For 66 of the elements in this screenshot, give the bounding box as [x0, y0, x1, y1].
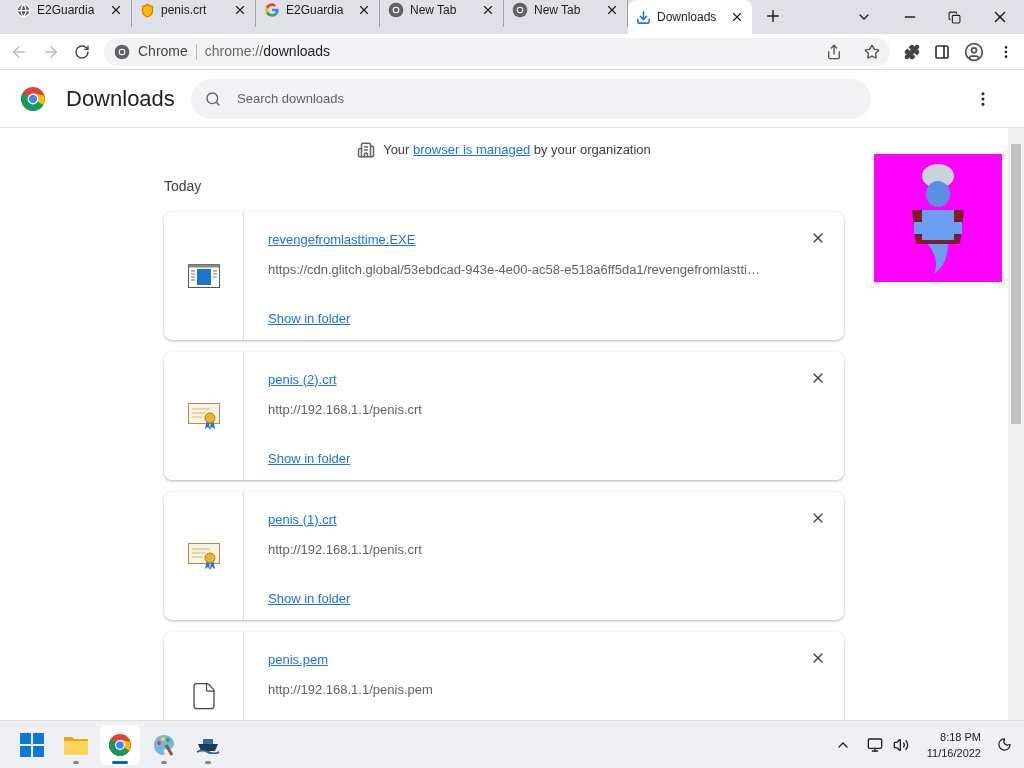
reload-icon[interactable] — [74, 43, 90, 60]
moon-icon[interactable] — [997, 737, 1012, 752]
close-icon[interactable] — [233, 3, 247, 17]
taskbar-app-button[interactable] — [100, 724, 140, 765]
download-icon — [636, 9, 651, 25]
globe-icon — [16, 2, 31, 18]
shield-icon — [140, 2, 155, 18]
chrome-logo-icon — [114, 43, 130, 60]
file-name-link[interactable]: penis (2).crt — [268, 369, 337, 389]
bookmark-star-icon[interactable] — [864, 43, 880, 60]
tab-title: E2Guardia — [37, 2, 95, 19]
tab-title: penis.crt — [161, 2, 207, 19]
volume-icon[interactable] — [892, 736, 909, 753]
browser-tab[interactable]: E2Guardia — [256, 0, 380, 27]
tab-title: New Tab — [534, 2, 581, 19]
browser-tab[interactable]: New Tab — [380, 0, 504, 27]
tab-title: E2Guardia — [286, 2, 344, 19]
chrome-logo-icon — [388, 2, 404, 18]
show-in-folder-link[interactable]: Show in folder — [268, 308, 351, 328]
close-icon[interactable] — [357, 3, 371, 17]
source-url: http://192.168.1.1/penis.crt — [268, 541, 423, 559]
side-panel-icon[interactable] — [934, 43, 950, 60]
chrome-logo-icon — [108, 732, 132, 757]
site-label: Chrome — [138, 42, 188, 61]
extensions-icon[interactable] — [904, 43, 920, 60]
chrome-logo-icon — [20, 85, 46, 112]
tab-title: New Tab — [410, 2, 457, 19]
show-in-folder-link[interactable]: Show in folder — [268, 448, 351, 468]
program-window-icon — [187, 263, 220, 288]
file-name-link[interactable]: penis (1).crt — [268, 509, 337, 529]
source-url: https://cdn.glitch.global/53ebdcad-943e-4e00-ac58-e518a6ff5da1/revengefromlastti… — [268, 261, 761, 279]
close-icon[interactable] — [605, 3, 619, 17]
browser-tab[interactable]: penis.crt — [132, 0, 256, 27]
close-icon[interactable] — [109, 3, 123, 17]
managed-link[interactable]: browser is managed — [413, 142, 531, 157]
new-tab-icon[interactable] — [764, 7, 782, 25]
url-text: chrome://downloads — [204, 42, 331, 61]
page-title: Downloads — [66, 85, 176, 113]
managed-notice: Your browser is managed by your organization — [383, 141, 651, 159]
browser-tab[interactable]: Downloads — [628, 0, 752, 34]
chrome-logo-icon — [512, 2, 528, 18]
file-name-link[interactable]: revengefromlasttime.EXE — [268, 229, 416, 249]
scrollbar[interactable] — [1008, 128, 1024, 720]
certificate-icon — [187, 400, 220, 431]
share-icon[interactable] — [826, 43, 842, 60]
file-name-link[interactable]: penis.pem — [268, 649, 328, 669]
restore-icon[interactable] — [948, 10, 961, 24]
section-label: Today — [164, 177, 202, 194]
profile-icon[interactable] — [964, 41, 984, 62]
source-url: http://192.168.1.1/penis.pem — [268, 681, 434, 699]
search-field[interactable]: Search downloads — [191, 78, 871, 119]
google-g-icon — [264, 2, 280, 18]
paint-palette-icon — [152, 732, 176, 757]
browser-tab[interactable]: New Tab — [504, 0, 628, 27]
tab-title: Downloads — [657, 9, 717, 26]
browser-tab[interactable]: E2Guardia — [8, 0, 132, 27]
source-url: http://192.168.1.1/penis.crt — [268, 401, 423, 419]
search-icon — [205, 90, 221, 107]
address-bar[interactable]: Chrome chrome://downloads — [104, 37, 890, 66]
close-icon[interactable] — [481, 3, 495, 17]
show-in-folder-link[interactable]: Show in folder — [268, 588, 351, 608]
network-icon[interactable] — [866, 736, 883, 753]
building-icon — [357, 140, 376, 159]
certificate-icon — [187, 540, 220, 571]
clock[interactable]: 8:18 PM 11/16/2022 — [926, 728, 981, 761]
close-icon[interactable] — [730, 10, 744, 24]
